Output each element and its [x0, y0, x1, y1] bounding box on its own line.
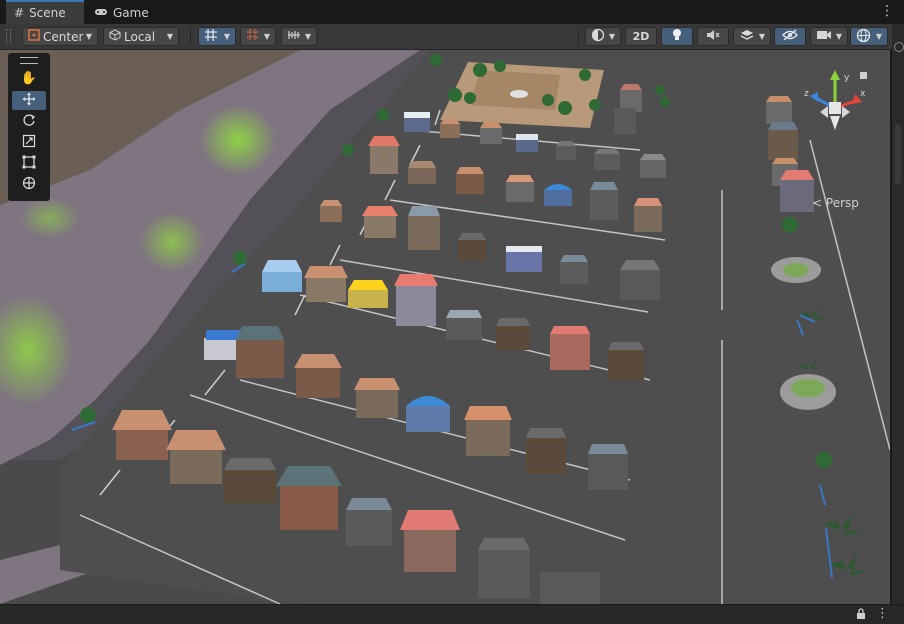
chevron-down-icon: ▼ — [835, 32, 842, 41]
drag-handle-icon[interactable] — [6, 29, 11, 43]
chevron-down-icon: ▼ — [263, 32, 270, 41]
scene-visibility-toggle[interactable] — [774, 27, 806, 46]
tab-menu-icon[interactable]: ⋮ — [880, 4, 894, 18]
svg-text:x: x — [860, 89, 866, 99]
grid-snap-icon — [204, 28, 218, 45]
svg-text:y: y — [844, 73, 850, 83]
draw-mode-dropdown[interactable]: ▼ — [585, 27, 621, 46]
grid-icon: # — [14, 6, 25, 20]
chevron-left-icon: < — [812, 196, 823, 210]
orientation-gizmo[interactable]: y x z — [800, 68, 870, 148]
side-panel-icon[interactable] — [894, 42, 904, 52]
scene-render — [0, 50, 890, 604]
pivot-label: Center — [43, 29, 84, 44]
tab-game[interactable]: Game — [86, 2, 156, 24]
chevron-down-icon: ▼ — [223, 32, 230, 41]
chevron-down-icon: ▼ — [85, 32, 92, 41]
transform-tool-button[interactable] — [12, 175, 46, 194]
speaker-muted-icon — [706, 29, 720, 44]
camera-icon — [816, 29, 832, 44]
toggle-2d-label: 2D — [632, 30, 650, 43]
audio-toggle[interactable] — [697, 27, 729, 46]
lock-icon[interactable] — [856, 608, 866, 623]
rotate-tool-button[interactable] — [12, 112, 46, 131]
lighting-toggle[interactable] — [661, 27, 693, 46]
snap-settings-button[interactable]: ▼ — [281, 27, 317, 46]
increment-snap-icon — [246, 28, 260, 45]
scale-icon — [22, 134, 36, 152]
overlay-drag-handle[interactable] — [20, 57, 38, 64]
gamepad-icon — [94, 6, 108, 20]
right-panel-edge — [892, 24, 904, 604]
rotation-label: Local — [124, 29, 156, 44]
toolbar-divider — [578, 29, 579, 44]
rect-transform-icon — [22, 155, 36, 173]
rotate-icon — [22, 113, 36, 131]
pivot-icon — [28, 29, 40, 44]
scene-toolbar: Center ▼ Local ▼ ▼ ▼ ▼ ▼ 2D ▼ ▼ ▼ — [0, 24, 892, 50]
tab-scene-label: Scene — [29, 6, 66, 20]
move-arrows-icon — [22, 92, 36, 110]
lightbulb-icon — [671, 28, 683, 45]
status-menu-icon[interactable]: ⋮ — [876, 606, 889, 621]
tab-bar: # Scene Game ⋮ — [0, 0, 904, 25]
chevron-down-icon: ▼ — [166, 32, 173, 41]
tools-overlay: ✋ — [8, 53, 50, 201]
shading-sphere-icon — [591, 28, 605, 45]
svg-text:z: z — [804, 89, 809, 99]
projection-text: Persp — [825, 196, 859, 210]
pivot-dropdown[interactable]: Center ▼ — [22, 27, 98, 46]
scene-viewport[interactable]: y x z < Persp — [0, 50, 890, 604]
chevron-down-icon: ▼ — [304, 32, 311, 41]
transform-icon — [22, 176, 36, 194]
ruler-icon — [287, 28, 301, 45]
chevron-down-icon: ▼ — [608, 32, 615, 41]
move-tool-button[interactable] — [12, 91, 46, 110]
gizmos-globe-icon — [856, 28, 871, 46]
effects-dropdown[interactable]: ▼ — [733, 27, 771, 46]
status-bar: ⋮ — [0, 604, 904, 624]
scrollbar[interactable] — [895, 124, 901, 184]
eye-slash-icon — [782, 29, 798, 44]
toggle-2d-button[interactable]: 2D — [625, 27, 657, 46]
hand-icon: ✋ — [20, 71, 38, 86]
camera-settings-dropdown[interactable]: ▼ — [810, 27, 848, 46]
increment-snap-button[interactable]: ▼ — [240, 27, 276, 46]
rotation-dropdown[interactable]: Local ▼ — [103, 27, 179, 46]
toolbar-divider — [190, 29, 191, 44]
grid-snap-button[interactable]: ▼ — [198, 27, 236, 46]
effects-layers-icon — [740, 28, 754, 45]
tab-game-label: Game — [113, 6, 149, 20]
chevron-down-icon: ▼ — [758, 32, 765, 41]
cube-icon — [109, 29, 121, 44]
gizmos-dropdown[interactable]: ▼ — [850, 27, 888, 46]
chevron-down-icon: ▼ — [875, 32, 882, 41]
camera-projection-label[interactable]: < Persp — [812, 196, 859, 210]
tab-scene[interactable]: # Scene — [6, 0, 84, 24]
scale-tool-button[interactable] — [12, 133, 46, 152]
hand-tool-button[interactable]: ✋ — [12, 69, 46, 88]
rect-tool-button[interactable] — [12, 154, 46, 173]
